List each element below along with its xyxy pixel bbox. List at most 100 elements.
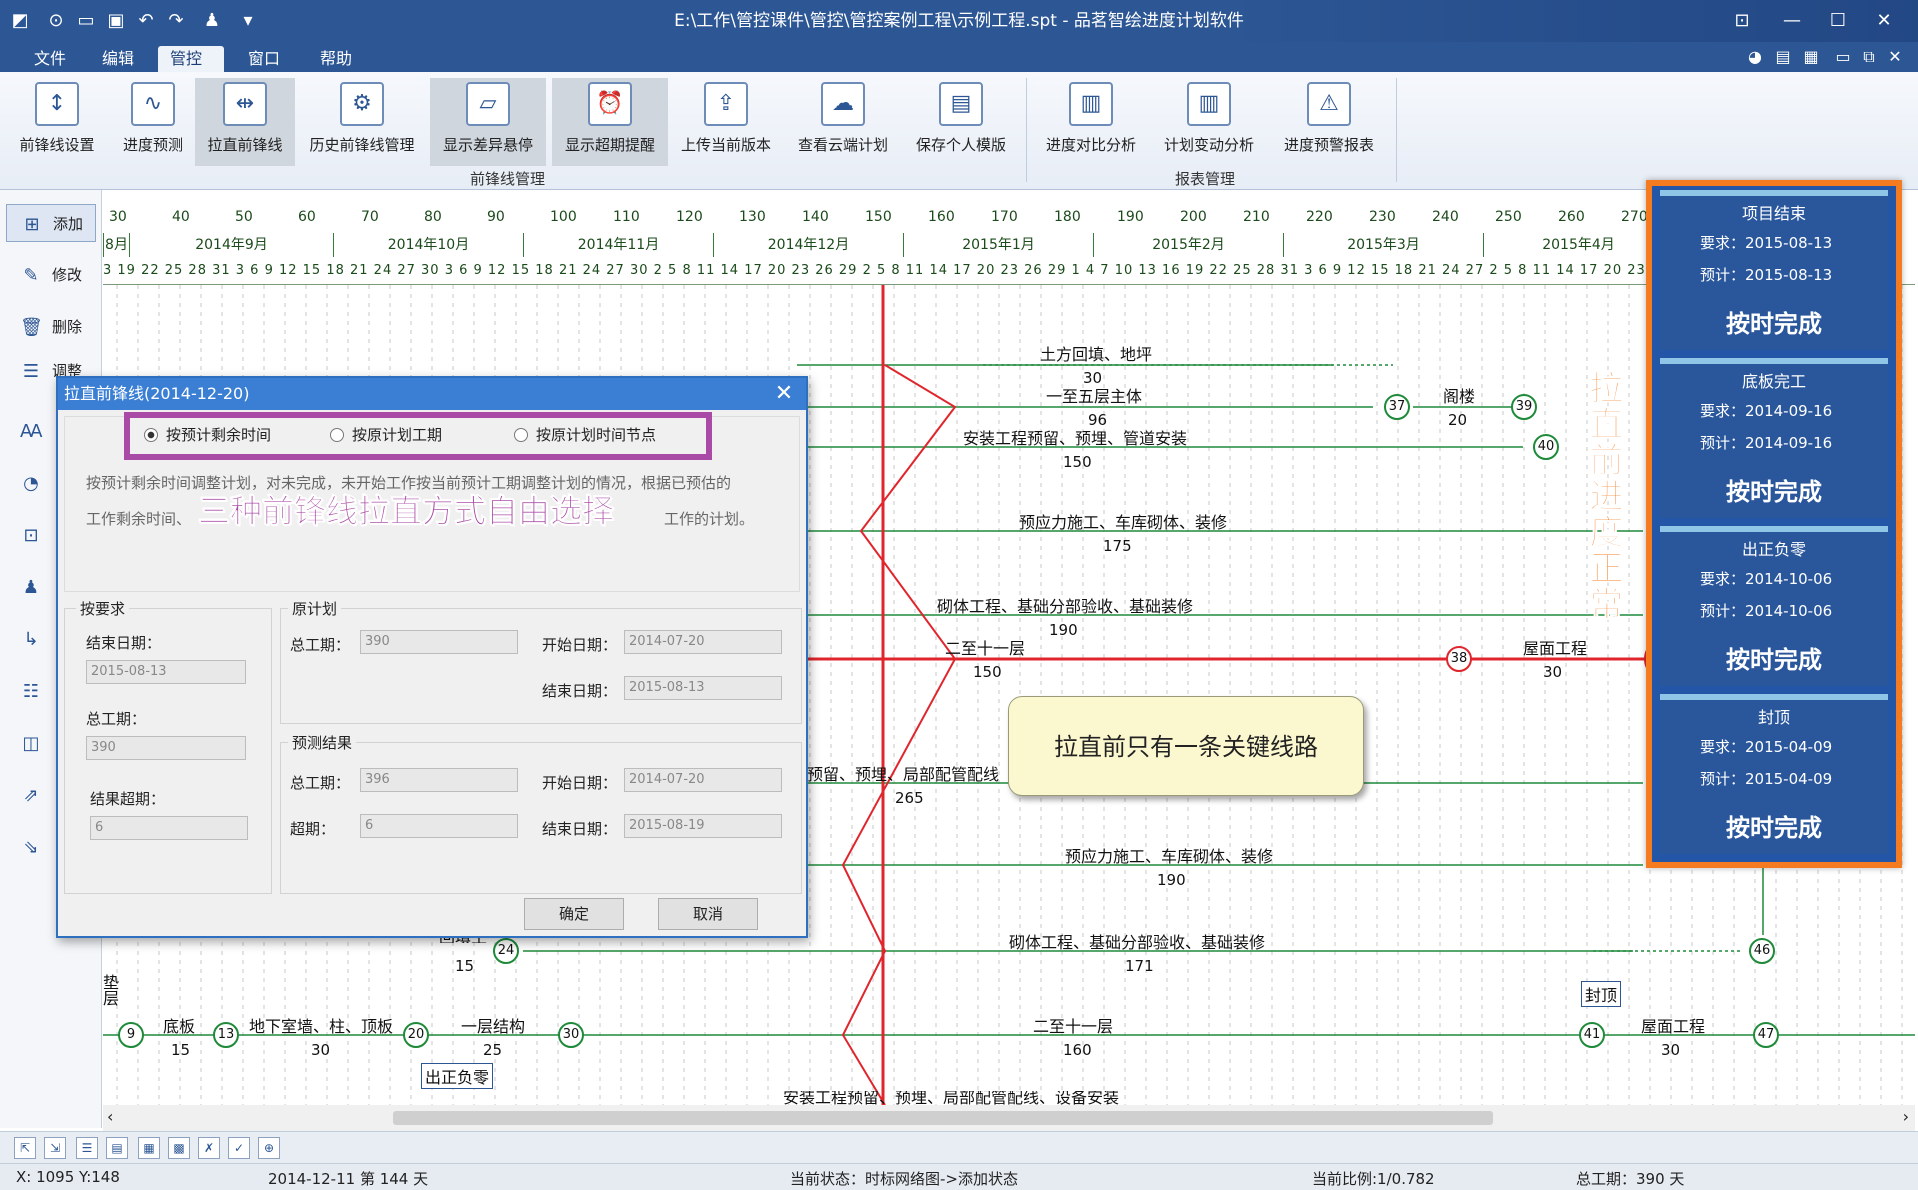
frontline-settings-button[interactable]: ↕ 前锋线设置 bbox=[12, 78, 102, 166]
resource-check-icon[interactable]: ✓ bbox=[228, 1137, 250, 1159]
network-node[interactable]: 9 bbox=[118, 1022, 144, 1048]
plan-change-analysis-button[interactable]: ▥ 计划变动分析 bbox=[1154, 78, 1264, 166]
task-label[interactable]: 一层结构 bbox=[461, 1013, 525, 1037]
menu-edit[interactable]: 编辑 bbox=[90, 46, 146, 72]
view-table-icon[interactable]: ▤ bbox=[106, 1137, 128, 1159]
progress-forecast-button[interactable]: ∿ 进度预测 bbox=[110, 78, 196, 166]
task-label[interactable]: 地下室墙、柱、顶板 bbox=[249, 1013, 393, 1037]
task-label[interactable]: 一至五层主体 bbox=[1046, 383, 1142, 407]
group-title: 预测结果 bbox=[288, 732, 357, 753]
monitor-icon[interactable]: ▤ bbox=[1772, 46, 1794, 68]
network-node[interactable]: 37 bbox=[1384, 394, 1410, 420]
network-node[interactable]: 30 bbox=[558, 1022, 584, 1048]
end-date-field[interactable]: 2015-08-13 bbox=[86, 660, 246, 684]
menu-file[interactable]: 文件 bbox=[22, 46, 78, 72]
menu-control[interactable]: 管控 bbox=[158, 46, 224, 72]
milestone-flag[interactable]: 封顶 bbox=[1581, 981, 1622, 1007]
progress-warning-report-button[interactable]: ⚠ 进度预警报表 bbox=[1272, 78, 1386, 166]
task-label[interactable]: 屋面工程 bbox=[1641, 1013, 1705, 1037]
network-node[interactable]: 38 bbox=[1446, 646, 1472, 672]
network-node[interactable]: 20 bbox=[403, 1022, 429, 1048]
result-overdue-field[interactable]: 6 bbox=[90, 816, 248, 840]
group-label-report: 报表管理 bbox=[1175, 170, 1236, 188]
resource-remove-icon[interactable]: ✗ bbox=[198, 1137, 220, 1159]
history-frontline-button[interactable]: ⚙ 历史前锋线管理 bbox=[302, 78, 422, 166]
show-difference-hover-button[interactable]: ▱ 显示差异悬停 bbox=[430, 78, 546, 166]
task-label[interactable]: 土方回填、地坪 bbox=[1040, 341, 1152, 365]
minimize-button[interactable]: — bbox=[1772, 6, 1812, 36]
task-duration: 190 bbox=[1049, 621, 1078, 639]
maximize-button[interactable]: ☐ bbox=[1818, 6, 1858, 36]
close-button[interactable]: ✕ bbox=[1864, 6, 1904, 36]
horizontal-scrollbar[interactable]: ‹ › bbox=[103, 1105, 1915, 1131]
pred-total-field[interactable]: 396 bbox=[360, 768, 518, 792]
task-label[interactable]: 二至十一层 bbox=[945, 635, 1025, 659]
network-node[interactable]: 41 bbox=[1579, 1022, 1605, 1048]
task-duration: 175 bbox=[1103, 537, 1132, 555]
orig-start-field[interactable]: 2014-07-20 bbox=[624, 630, 782, 654]
task-label[interactable]: 预应力施工、车库砌体、装修 bbox=[1065, 843, 1273, 867]
task-label[interactable]: 屋面工程 bbox=[1523, 635, 1587, 659]
task-label[interactable]: 安装工程预留、预埋、管道安装 bbox=[963, 425, 1187, 449]
task-label[interactable]: 二至十一层 bbox=[1033, 1013, 1113, 1037]
view-mode-1-icon[interactable]: ⇱ bbox=[14, 1137, 36, 1159]
total-duration-field[interactable]: 390 bbox=[86, 736, 246, 760]
restore-layout-icon[interactable]: ⊡ bbox=[1722, 6, 1762, 36]
orig-total-field[interactable]: 390 bbox=[360, 630, 518, 654]
task-label[interactable]: 砌体工程、基础分部验收、基础装修 bbox=[1009, 929, 1265, 953]
scale-tick: 250 bbox=[1495, 209, 1522, 225]
view-gantt-icon[interactable]: ▦ bbox=[138, 1137, 160, 1159]
group-title: 按要求 bbox=[76, 598, 130, 619]
calculator-icon[interactable]: ▦ bbox=[1800, 46, 1822, 68]
resource-lock-icon[interactable]: ⊕ bbox=[258, 1137, 280, 1159]
qq-icon[interactable]: ◕ bbox=[1744, 46, 1766, 68]
task-label[interactable]: 砌体工程、基础分部验收、基础装修 bbox=[937, 593, 1193, 617]
straighten-frontline-button[interactable]: ⇹ 拉直前锋线 bbox=[195, 78, 295, 166]
scrollbar-thumb[interactable] bbox=[393, 1111, 1493, 1125]
network-node[interactable]: 39 bbox=[1511, 394, 1537, 420]
task-label[interactable]: 阁楼 bbox=[1443, 383, 1475, 407]
save-template-button[interactable]: ▤ 保存个人模版 bbox=[908, 78, 1014, 166]
scroll-right-icon[interactable]: › bbox=[1903, 1107, 1909, 1126]
pred-overdue-field[interactable]: 6 bbox=[360, 814, 518, 838]
ribbon-restore-icon[interactable]: ⧉ bbox=[1858, 46, 1880, 68]
show-overdue-alert-button[interactable]: ⏰ 显示超期提醒 bbox=[552, 78, 668, 166]
delete-button[interactable]: 🗑 删除 bbox=[6, 308, 96, 346]
network-node[interactable]: 13 bbox=[213, 1022, 239, 1048]
scale-tick: 180 bbox=[1054, 209, 1081, 225]
milestone-flag[interactable]: 出正负零 bbox=[421, 1063, 494, 1089]
view-mode-2-icon[interactable]: ⇲ bbox=[44, 1137, 66, 1159]
network-node[interactable]: 47 bbox=[1753, 1022, 1779, 1048]
pred-end-field[interactable]: 2015-08-19 bbox=[624, 814, 782, 838]
annotation-highlight-box bbox=[124, 412, 712, 460]
task-label[interactable]: 安装工程预留、预埋、局部配管配线、设备安装 bbox=[783, 1091, 1119, 1105]
cancel-button[interactable]: 取消 bbox=[658, 898, 758, 930]
ribbon: ↕ 前锋线设置 ∿ 进度预测 ⇹ 拉直前锋线 ⚙ 历史前锋线管理 ▱ 显示差异悬停 ⏰ 显示… bbox=[0, 72, 1918, 190]
edit-button[interactable]: ✎ 修改 bbox=[6, 256, 96, 294]
ribbon-minimize-icon[interactable]: ▭ bbox=[1832, 46, 1854, 68]
ribbon-close-icon[interactable]: ✕ bbox=[1884, 46, 1906, 68]
task-label[interactable]: 预应力施工、车库砌体、装修 bbox=[1019, 509, 1227, 533]
view-grid-icon[interactable]: ▩ bbox=[168, 1137, 190, 1159]
view-toolbar: ⇱ ⇲ ☰ ▤ ▦ ▩ ✗ ✓ ⊕ bbox=[0, 1131, 1918, 1163]
orig-end-field[interactable]: 2015-08-13 bbox=[624, 676, 782, 700]
network-node[interactable]: 24 bbox=[493, 938, 519, 964]
task-duration: 15 bbox=[171, 1041, 191, 1059]
menu-window[interactable]: 窗口 bbox=[236, 46, 292, 72]
milestone-title: 底板完工 bbox=[1741, 372, 1806, 391]
upload-version-button[interactable]: ⇪ 上传当前版本 bbox=[674, 78, 778, 166]
dialog-close-icon[interactable]: ✕ bbox=[770, 380, 798, 408]
menu-help[interactable]: 帮助 bbox=[308, 46, 364, 72]
view-cloud-plan-button[interactable]: ☁ 查看云端计划 bbox=[790, 78, 896, 166]
view-list-icon[interactable]: ☰ bbox=[76, 1137, 98, 1159]
orig-start-label: 开始日期： bbox=[542, 636, 618, 654]
task-label[interactable]: 底板 bbox=[163, 1013, 195, 1037]
network-node[interactable]: 46 bbox=[1749, 938, 1775, 964]
scale-tick: 210 bbox=[1243, 209, 1270, 225]
network-node[interactable]: 40 bbox=[1533, 434, 1559, 460]
scroll-left-icon[interactable]: ‹ bbox=[107, 1107, 113, 1126]
add-button[interactable]: ⊞ 添加 bbox=[6, 204, 96, 242]
progress-compare-button[interactable]: ▥ 进度对比分析 bbox=[1036, 78, 1146, 166]
ok-button[interactable]: 确定 bbox=[524, 898, 624, 930]
pred-start-field[interactable]: 2014-07-20 bbox=[624, 768, 782, 792]
